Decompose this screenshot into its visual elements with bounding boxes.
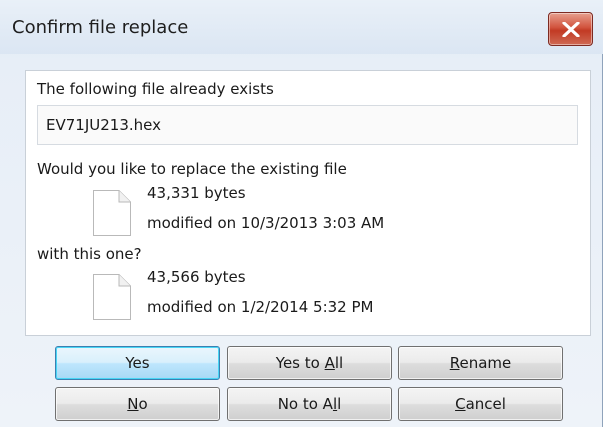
rename-label: Rename	[449, 354, 512, 372]
no-button[interactable]: No	[55, 387, 220, 421]
file-info-panel: The following file already exists EV71JU…	[25, 70, 591, 336]
new-file-modified: modified on 1/2/2014 5:32 PM	[147, 298, 374, 316]
filename-value: EV71JU213.hex	[46, 116, 161, 134]
cancel-label: Cancel	[455, 395, 506, 413]
yes-button-label: Yes	[125, 354, 150, 372]
filename-box: EV71JU213.hex	[37, 105, 578, 145]
existing-file-size: 43,331 bytes	[147, 184, 246, 202]
rename-button[interactable]: Rename	[398, 346, 563, 380]
window-title: Confirm file replace	[12, 17, 189, 38]
yes-to-all-label: Yes to All	[275, 354, 344, 372]
title-bar: Confirm file replace	[0, 0, 603, 54]
no-to-all-button[interactable]: No to All	[227, 387, 392, 421]
exists-label: The following file already exists	[37, 80, 274, 98]
no-to-all-label: No to All	[277, 395, 342, 413]
with-label: with this one?	[37, 245, 142, 263]
close-button[interactable]	[548, 12, 593, 46]
confirm-replace-dialog: Confirm file replace The following file …	[0, 0, 603, 427]
new-file-size: 43,566 bytes	[147, 268, 246, 286]
new-file-document-icon	[93, 274, 131, 320]
yes-to-all-button[interactable]: Yes to All	[227, 346, 392, 380]
existing-file-modified: modified on 10/3/2013 3:03 AM	[147, 214, 385, 232]
existing-file-document-icon	[93, 190, 131, 236]
yes-button[interactable]: Yes	[55, 346, 220, 380]
cancel-button[interactable]: Cancel	[398, 387, 563, 421]
replace-question: Would you like to replace the existing f…	[37, 160, 347, 178]
no-label: No	[127, 395, 148, 413]
close-icon	[562, 22, 580, 37]
